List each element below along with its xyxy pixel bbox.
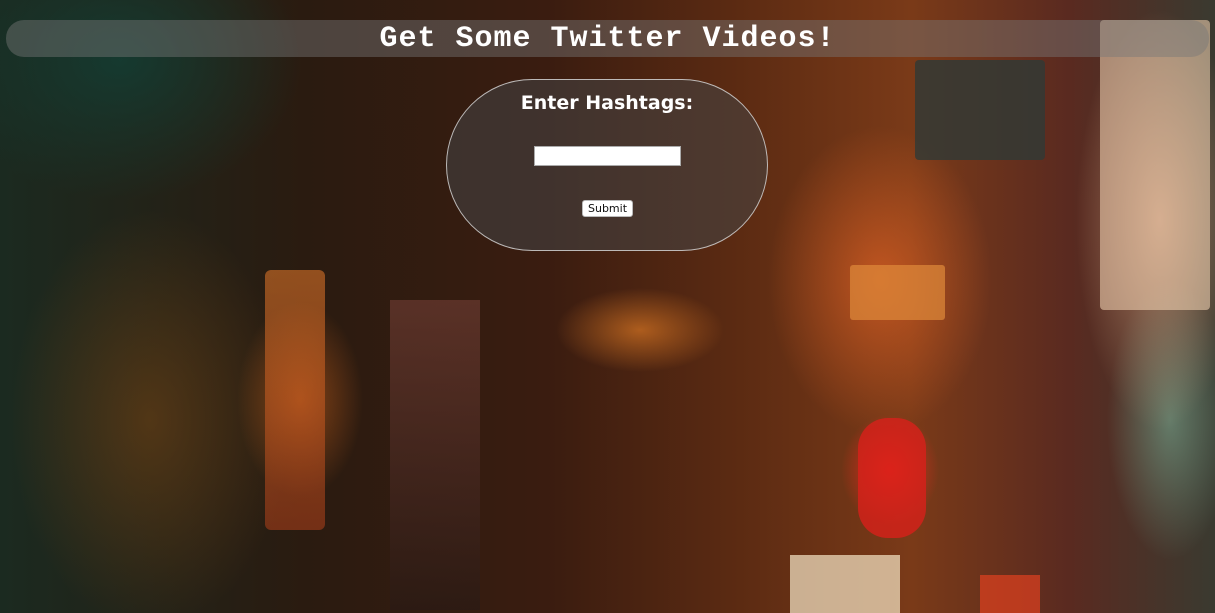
club-sign [915, 60, 1045, 160]
submit-button[interactable]: Submit [582, 200, 633, 217]
red-sign [980, 575, 1040, 613]
hashtag-input[interactable] [534, 146, 681, 166]
shop-door [390, 300, 480, 610]
hashtag-form: Enter Hashtags: Submit [446, 79, 768, 251]
page-title: Get Some Twitter Videos! [379, 21, 836, 56]
shop-sign [850, 265, 945, 320]
red-lantern [858, 418, 926, 538]
hashtag-label: Enter Hashtags: [520, 92, 694, 114]
lit-window [265, 270, 325, 530]
neon-sign [1100, 20, 1210, 310]
street-sign [790, 555, 900, 613]
title-bar: Get Some Twitter Videos! [6, 20, 1209, 57]
